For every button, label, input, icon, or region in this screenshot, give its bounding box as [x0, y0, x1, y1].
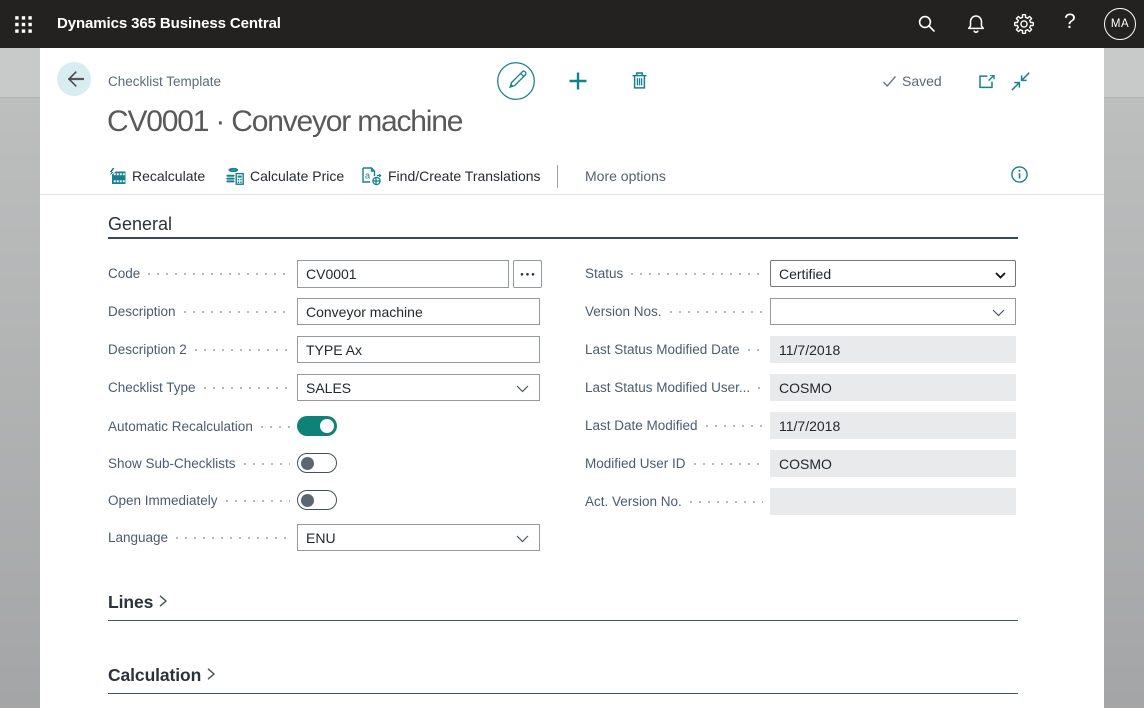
svg-text:a: a — [365, 170, 370, 180]
